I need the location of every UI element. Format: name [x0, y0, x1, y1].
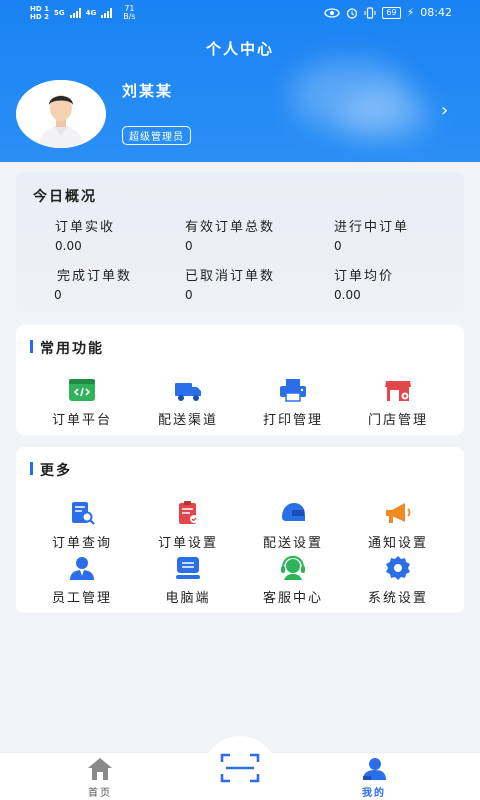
user-avatar-icon [16, 80, 106, 148]
function-label: 订单设置 [157, 536, 218, 551]
function-label: 电脑端 [165, 591, 211, 606]
stat-value: 0 [185, 288, 193, 302]
stat-cancelled-orders: 已取消订单数 0 [185, 265, 275, 302]
stat-order-revenue: 订单实收 0.00 [55, 216, 115, 253]
printer-icon [280, 379, 306, 402]
function-label: 打印管理 [262, 413, 323, 428]
tab-mine[interactable]: 我的 [334, 753, 414, 800]
status-bar: HD 1 HD 2 5G 4G 71 B/s 69 ⚡ 08:42 [0, 0, 480, 28]
page-title: 个人中心 [205, 40, 274, 58]
tab-home-label: 首页 [88, 788, 112, 799]
function-label: 客服中心 [262, 591, 323, 606]
store-icon [385, 381, 411, 401]
order-settings-button[interactable]: 订单设置 [132, 500, 244, 551]
stat-value: 0 [334, 239, 342, 253]
desktop-button[interactable]: 电脑端 [132, 555, 244, 606]
more-card: 更多 订单查询 订单设置 配送设置 通知设置 员工管理 电脑端 客服中心 系统设… [16, 447, 464, 613]
function-label: 配送渠道 [157, 413, 218, 428]
staff-icon [70, 557, 94, 580]
eye-icon [324, 7, 341, 18]
stat-label: 订单均价 [334, 269, 395, 284]
customer-service-button[interactable]: 客服中心 [237, 555, 349, 606]
avatar[interactable] [16, 80, 106, 148]
computer-icon [176, 557, 200, 579]
role-badge: 超级管理员 [122, 126, 191, 145]
stat-in-progress-orders: 进行中订单 0 [334, 216, 409, 253]
vibrate-icon [364, 6, 376, 19]
stat-value: 0.00 [334, 288, 361, 302]
function-label: 订单查询 [51, 536, 112, 551]
tab-home[interactable]: 首页 [60, 753, 140, 800]
helmet-icon [282, 503, 305, 521]
order-settings-icon [179, 501, 198, 524]
truck-icon [175, 383, 201, 401]
stat-value: 0.00 [55, 239, 82, 253]
delivery-settings-button[interactable]: 配送设置 [237, 500, 349, 551]
stat-label: 进行中订单 [334, 220, 410, 235]
stat-completed-orders: 完成订单数 0 [54, 265, 133, 302]
scan-icon[interactable] [220, 752, 260, 784]
profile-header: HD 1 HD 2 5G 4G 71 B/s 69 ⚡ 08:42 个人中心 刘… [0, 0, 480, 162]
charging-icon: ⚡ [406, 6, 415, 19]
store-management-button[interactable]: 门店管理 [342, 377, 454, 428]
function-label: 员工管理 [51, 591, 112, 606]
headset-icon [281, 555, 305, 580]
user-icon [363, 758, 386, 780]
stat-avg-order-price: 订单均价 0.00 [334, 265, 394, 302]
function-label: 系统设置 [367, 591, 428, 606]
more-title: 更多 [30, 460, 72, 480]
overview-title: 今日概况 [33, 189, 97, 205]
user-name: 刘某某 [122, 82, 174, 100]
network-4g-label: 4G [85, 9, 97, 17]
function-label: 门店管理 [367, 413, 428, 428]
alarm-icon [347, 7, 358, 19]
sim2-label: HD 2 [30, 13, 49, 21]
network-5g-label: 5G [53, 9, 65, 17]
megaphone-icon [386, 503, 411, 523]
blurred-background [340, 90, 430, 140]
profile-chevron-icon[interactable]: › [441, 100, 448, 121]
stat-label: 完成订单数 [57, 269, 133, 284]
stat-label: 订单实收 [55, 220, 116, 235]
net-speed-unit: B/s [123, 12, 136, 21]
stat-value: 0 [54, 288, 62, 302]
order-search-icon [72, 502, 95, 525]
function-label: 配送设置 [262, 536, 323, 551]
delivery-channels-button[interactable]: 配送渠道 [132, 377, 244, 428]
common-functions-card: 常用功能 订单平台 配送渠道 打印管理 门店管理 [16, 325, 464, 435]
stat-label: 有效订单总数 [185, 220, 276, 235]
stat-label: 已取消订单数 [185, 269, 276, 284]
function-label: 订单平台 [51, 413, 112, 428]
print-management-button[interactable]: 打印管理 [237, 377, 349, 428]
sim1-label: HD 1 [30, 5, 49, 13]
signal-icon [101, 8, 113, 18]
order-query-button[interactable]: 订单查询 [26, 500, 138, 551]
tab-mine-label: 我的 [362, 788, 386, 799]
gear-icon [386, 556, 410, 580]
system-settings-button[interactable]: 系统设置 [342, 555, 454, 606]
notification-settings-button[interactable]: 通知设置 [342, 500, 454, 551]
home-icon [88, 758, 112, 780]
today-overview-card: 今日概况 订单实收 0.00 有效订单总数 0 进行中订单 0 完成订单数 0 … [16, 172, 464, 312]
staff-management-button[interactable]: 员工管理 [26, 555, 138, 606]
battery-indicator: 69 [382, 6, 401, 19]
order-platform-button[interactable]: 订单平台 [26, 377, 138, 428]
code-window-icon [69, 379, 95, 401]
stat-valid-orders: 有效订单总数 0 [185, 216, 275, 253]
function-label: 通知设置 [367, 536, 428, 551]
stat-value: 0 [185, 239, 193, 253]
signal-icon [69, 8, 81, 18]
common-functions-title: 常用功能 [30, 338, 104, 358]
status-time: 08:42 [420, 6, 452, 19]
